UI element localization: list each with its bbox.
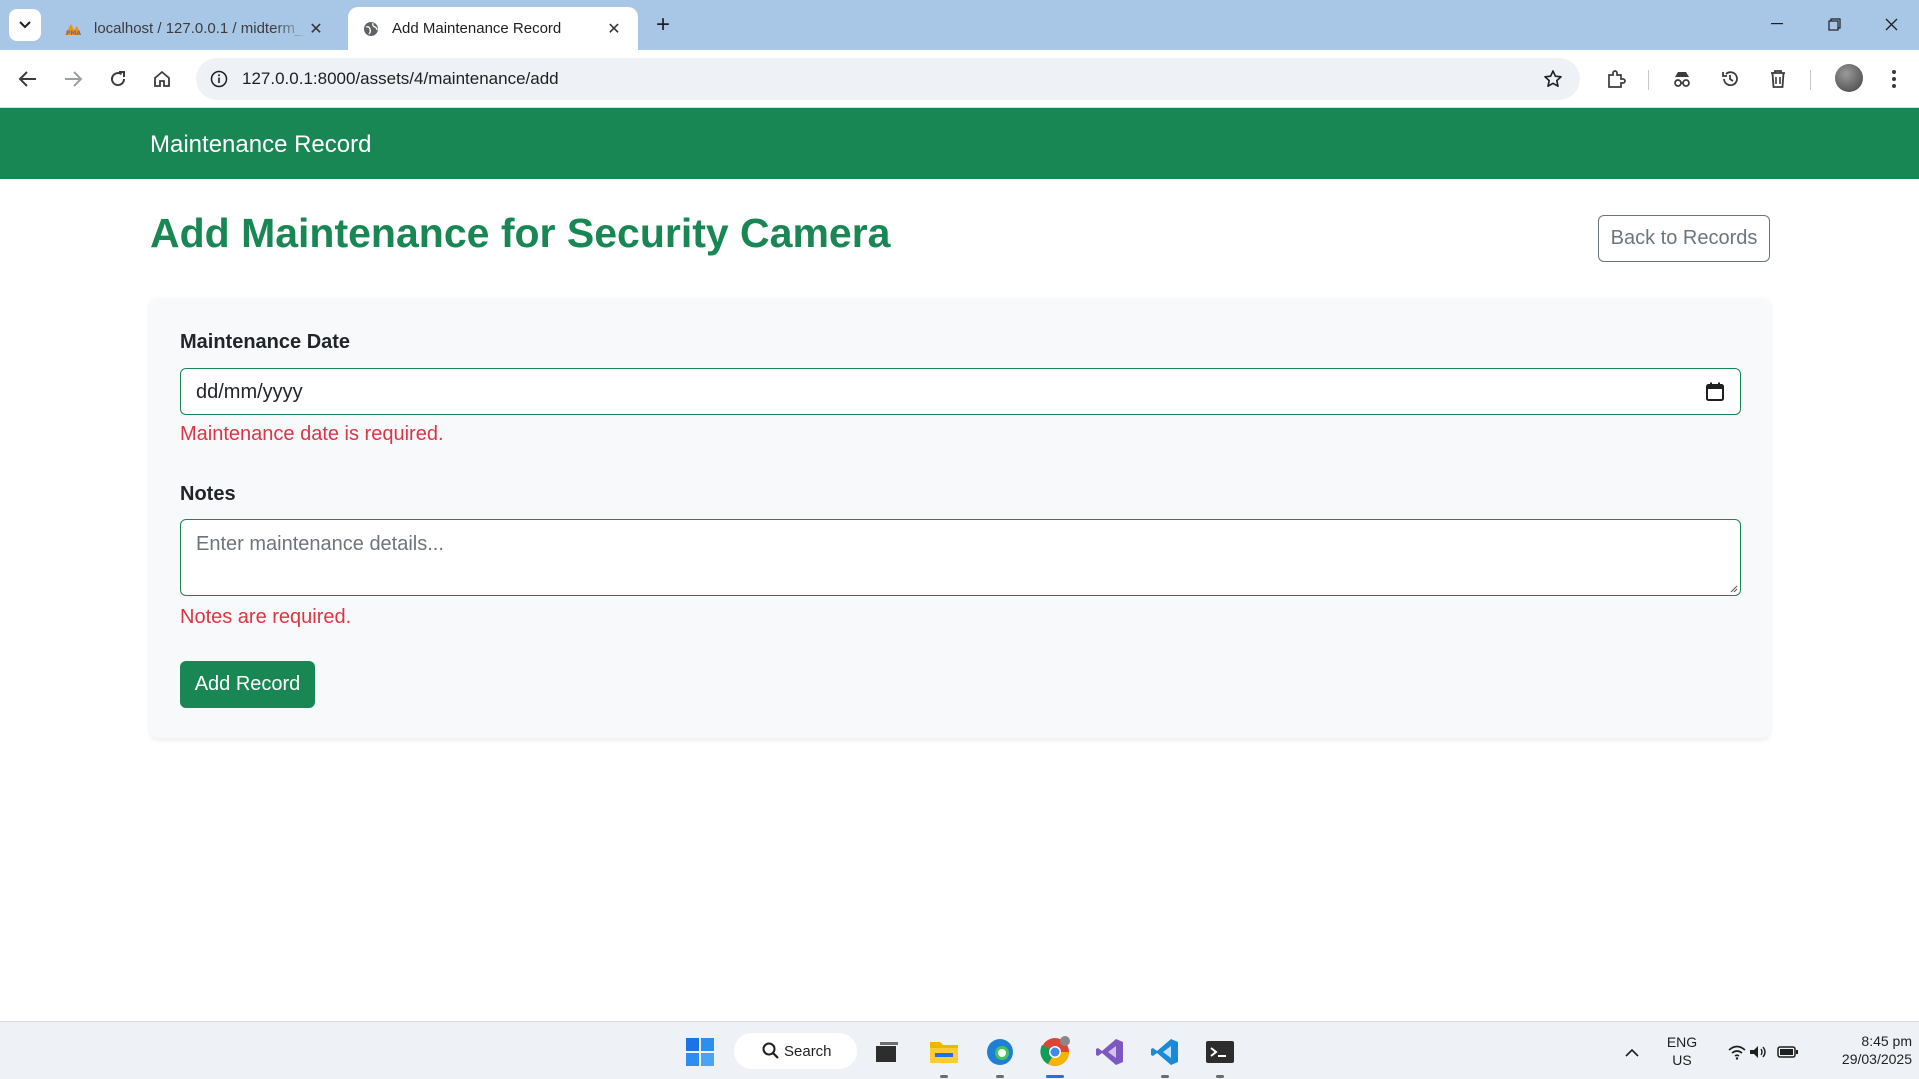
chevron-down-icon	[19, 21, 31, 29]
history-button[interactable]	[1714, 63, 1746, 95]
battery-icon[interactable]	[1768, 1032, 1808, 1072]
new-tab-button[interactable]: +	[650, 11, 676, 38]
home-icon	[154, 70, 170, 87]
bookmark-star-icon[interactable]	[1540, 66, 1566, 92]
close-window-button[interactable]	[1868, 6, 1914, 42]
trash-icon	[1771, 70, 1785, 88]
kebab-menu-icon	[1892, 70, 1896, 88]
language-code: ENG	[1666, 1034, 1698, 1050]
browser-tab-strip: PMA localhost / 127.0.0.1 / midterm_ ✕ A…	[0, 0, 1919, 50]
close-tab-icon[interactable]: ✕	[306, 19, 326, 39]
reload-button[interactable]	[102, 63, 134, 95]
maintenance-date-input[interactable]: dd/mm/yyyy	[180, 368, 1741, 415]
browser-toolbar: 127.0.0.1:8000/assets/4/maintenance/add	[0, 50, 1919, 108]
show-hidden-icons-button[interactable]	[1612, 1032, 1652, 1072]
edge-icon[interactable]	[980, 1032, 1020, 1078]
globe-icon	[362, 20, 380, 38]
file-explorer-icon[interactable]	[924, 1032, 964, 1078]
svg-text:PMA: PMA	[66, 30, 81, 36]
vscode-icon[interactable]	[1145, 1032, 1185, 1078]
running-indicator	[1161, 1075, 1169, 1078]
page-title: Add Maintenance for Security Camera	[150, 210, 891, 256]
profile-avatar[interactable]	[1835, 64, 1863, 92]
resize-grip-icon[interactable]	[1728, 583, 1738, 593]
taskbar-search-label: Search	[784, 1042, 832, 1060]
date-input-value: dd/mm/yyyy	[196, 381, 303, 403]
close-icon	[1885, 18, 1897, 30]
incognito-button[interactable]	[1666, 63, 1698, 95]
toolbar-separator	[1648, 70, 1649, 90]
site-navbar: Maintenance Record	[0, 108, 1919, 179]
search-icon	[762, 1042, 779, 1059]
toolbar-separator	[1810, 70, 1811, 90]
maintenance-date-label: Maintenance Date	[180, 331, 351, 353]
add-record-button[interactable]: Add Record	[180, 661, 315, 708]
close-tab-icon[interactable]: ✕	[604, 19, 624, 39]
maintenance-date-error: Maintenance date is required.	[180, 423, 444, 445]
clock-date: 29/03/2025	[1841, 1051, 1912, 1067]
forward-nav-button[interactable]	[57, 63, 89, 95]
tab-add-maintenance[interactable]: Add Maintenance Record ✕	[348, 7, 638, 50]
tab-search-button[interactable]	[9, 9, 41, 41]
terminal-icon[interactable]	[1200, 1032, 1240, 1078]
clock[interactable]: 8:45 pm 29/03/2025	[1806, 1032, 1912, 1068]
language-region: US	[1672, 1052, 1692, 1068]
notes-error: Notes are required.	[180, 606, 352, 628]
delete-button[interactable]	[1762, 63, 1794, 95]
phpmyadmin-icon: PMA	[64, 20, 82, 38]
extensions-button[interactable]	[1600, 63, 1632, 95]
home-button[interactable]	[146, 63, 178, 95]
minimize-button[interactable]	[1754, 6, 1800, 42]
minimize-icon	[1771, 23, 1783, 25]
incognito-icon	[1674, 72, 1690, 87]
chevron-up-icon	[1625, 1048, 1639, 1057]
history-icon	[1722, 71, 1738, 87]
back-nav-button[interactable]	[12, 63, 44, 95]
arrow-right-icon	[65, 71, 82, 87]
navbar-brand[interactable]: Maintenance Record	[150, 131, 371, 159]
active-indicator	[1046, 1075, 1064, 1078]
notes-label: Notes	[180, 483, 236, 505]
chrome-icon[interactable]	[1035, 1032, 1075, 1078]
arrow-left-icon	[19, 71, 36, 87]
windows-start-icon[interactable]	[680, 1032, 720, 1072]
notes-placeholder: Enter maintenance details...	[196, 533, 444, 555]
clock-time: 8:45 pm	[1861, 1033, 1912, 1049]
tab-title: localhost / 127.0.0.1 / midterm_	[94, 20, 304, 37]
maintenance-form-card: Maintenance Date dd/mm/yyyy Maintenance …	[150, 298, 1770, 738]
address-bar[interactable]: 127.0.0.1:8000/assets/4/maintenance/add	[196, 58, 1580, 100]
visual-studio-icon[interactable]	[1090, 1032, 1130, 1072]
tab-title: Add Maintenance Record	[392, 20, 562, 37]
calendar-icon[interactable]	[1704, 381, 1726, 403]
running-indicator	[996, 1075, 1004, 1078]
puzzle-icon	[1608, 70, 1626, 88]
task-view-icon[interactable]	[867, 1032, 907, 1072]
running-indicator	[1216, 1075, 1224, 1078]
url-text: 127.0.0.1:8000/assets/4/maintenance/add	[242, 69, 559, 88]
windows-taskbar: Search ENG US 8:45 pm 29/03/2025	[0, 1021, 1919, 1079]
restore-button[interactable]	[1811, 6, 1857, 42]
taskbar-search[interactable]: Search	[734, 1033, 857, 1069]
tab-phpmyadmin[interactable]: PMA localhost / 127.0.0.1 / midterm_ ✕	[50, 7, 340, 50]
reload-icon	[111, 71, 126, 87]
back-to-records-button[interactable]: Back to Records	[1598, 215, 1770, 262]
restore-icon	[1827, 17, 1841, 31]
running-indicator	[940, 1075, 948, 1078]
site-info-icon[interactable]	[206, 66, 232, 92]
language-indicator[interactable]: ENG US	[1660, 1033, 1704, 1069]
browser-menu-button[interactable]	[1878, 63, 1910, 95]
notes-textarea[interactable]: Enter maintenance details...	[180, 519, 1741, 596]
